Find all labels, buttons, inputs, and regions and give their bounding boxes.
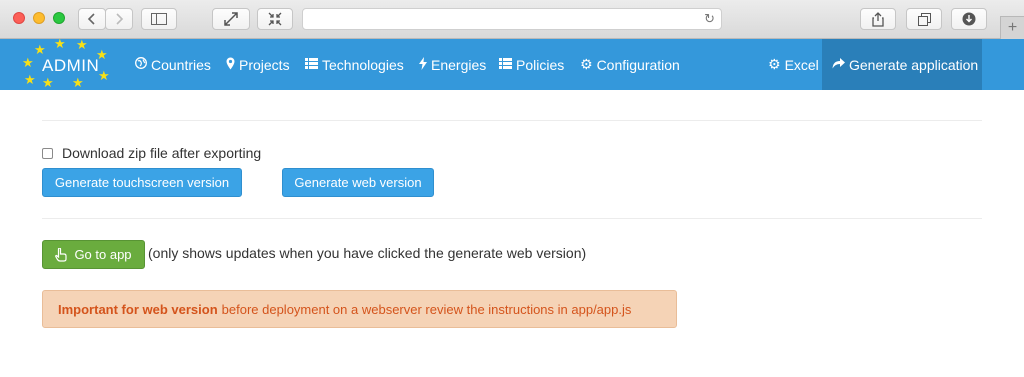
gear-icon: ⚙: [768, 56, 781, 72]
generate-web-button[interactable]: Generate web version: [282, 168, 434, 197]
star-icon: ★: [24, 72, 36, 87]
nav-excel[interactable]: ⚙ Excel: [768, 39, 819, 90]
nav-excel-label: Excel: [784, 56, 819, 73]
tabs-icon: [917, 12, 931, 26]
brand-text: ADMIN: [42, 56, 100, 75]
nav-generate-application[interactable]: Generate application: [822, 39, 982, 90]
star-icon: ★: [98, 68, 110, 83]
star-icon: ★: [76, 37, 88, 52]
download-icon: [962, 12, 976, 26]
reload-icon[interactable]: ↻: [704, 11, 715, 27]
nav-policies-label: Policies: [516, 56, 565, 73]
download-zip-option: Download zip file after exporting: [42, 145, 261, 161]
web-version-alert: Important for web version before deploym…: [42, 290, 677, 328]
list-icon: [499, 57, 512, 72]
expand-icon: [224, 12, 238, 26]
top-navbar: ★ ★ ★ ★ ★ ★ ★ ★ ★ ADMIN Countries Projec…: [0, 36, 1024, 90]
forward-button[interactable]: [105, 8, 133, 30]
alert-text: before deployment on a webserver review …: [221, 301, 632, 317]
star-icon: ★: [72, 75, 84, 90]
address-bar[interactable]: ↻: [302, 8, 722, 30]
nav-technologies-label: Technologies: [322, 56, 404, 73]
nav-policies[interactable]: Policies: [499, 39, 564, 90]
gear-icon: ⚙: [580, 56, 593, 72]
bolt-icon: [419, 56, 427, 73]
chevron-right-icon: [116, 13, 124, 25]
nav-countries-label: Countries: [151, 56, 211, 73]
zoom-window-button[interactable]: [53, 12, 65, 24]
expand-button[interactable]: [212, 8, 250, 30]
go-to-app-button[interactable]: Go to app: [42, 240, 145, 269]
close-window-button[interactable]: [13, 12, 25, 24]
hand-pointer-icon: [55, 247, 68, 262]
share-arrow-icon: [832, 57, 845, 72]
back-button[interactable]: [78, 8, 106, 30]
browser-toolbar: ↻ +: [0, 0, 1024, 39]
star-icon: ★: [22, 55, 34, 70]
minimize-window-button[interactable]: [33, 12, 45, 24]
nav-energies[interactable]: Energies: [419, 39, 486, 90]
go-to-app-label: Go to app: [74, 247, 132, 262]
list-icon: [305, 57, 318, 72]
download-zip-checkbox[interactable]: [42, 147, 53, 159]
share-button[interactable]: [860, 8, 896, 30]
chevron-left-icon: [87, 13, 95, 25]
generate-touchscreen-button[interactable]: Generate touchscreen version: [42, 168, 242, 197]
star-icon: ★: [54, 36, 66, 51]
alert-strong-text: Important for web version: [58, 301, 218, 317]
star-icon: ★: [42, 75, 54, 90]
download-zip-label: Download zip file after exporting: [62, 145, 262, 161]
brand-logo[interactable]: ★ ★ ★ ★ ★ ★ ★ ★ ★ ADMIN: [20, 36, 116, 90]
nav-technologies[interactable]: Technologies: [305, 39, 404, 90]
new-tab-button[interactable]: +: [1000, 16, 1024, 39]
nav-configuration[interactable]: ⚙ Configuration: [580, 39, 680, 90]
globe-icon: [135, 57, 147, 72]
nav-projects-label: Projects: [239, 56, 290, 73]
nav-energies-label: Energies: [431, 56, 487, 73]
nav-countries[interactable]: Countries: [135, 39, 211, 90]
map-marker-icon: [226, 57, 235, 73]
collapse-button[interactable]: [257, 8, 293, 30]
tabs-button[interactable]: [906, 8, 942, 30]
share-icon: [872, 11, 884, 27]
star-icon: ★: [34, 42, 46, 57]
divider: [42, 120, 982, 121]
plus-icon: +: [1007, 19, 1018, 36]
sidebar-icon: [151, 13, 167, 25]
go-to-app-note: (only shows updates when you have clicke…: [148, 245, 587, 261]
collapse-icon: [268, 12, 282, 26]
nav-configuration-label: Configuration: [596, 56, 680, 73]
nav-generate-application-label: Generate application: [849, 56, 979, 73]
nav-projects[interactable]: Projects: [226, 39, 290, 90]
download-button[interactable]: [951, 8, 987, 30]
divider: [42, 218, 982, 219]
sidebar-button[interactable]: [141, 8, 177, 30]
